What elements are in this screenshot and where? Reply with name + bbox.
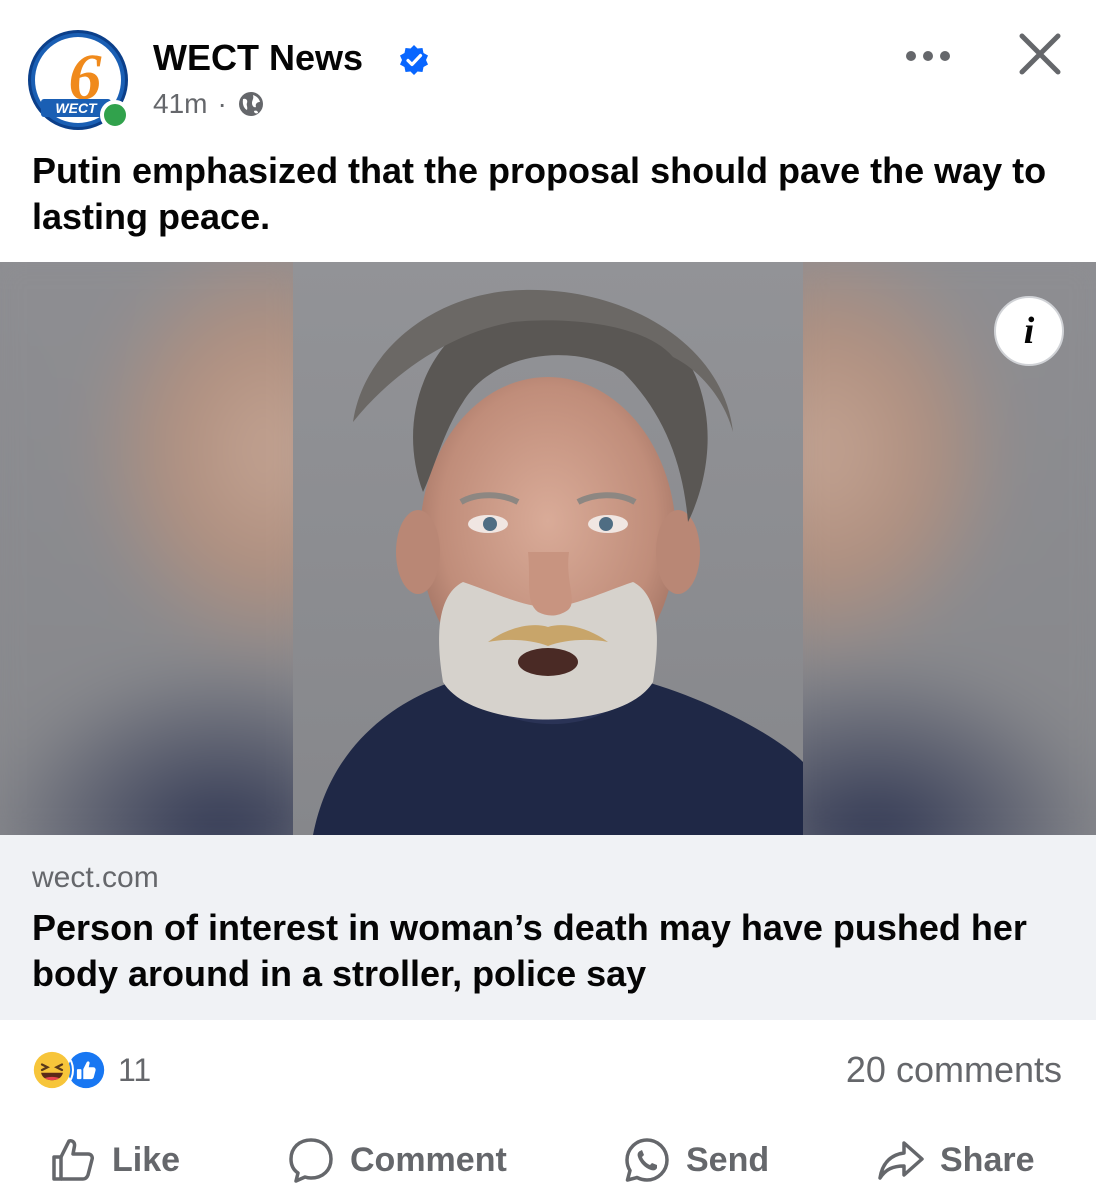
image-blur-left [0,262,293,835]
comments-count[interactable]: 20 comments [846,1046,1062,1094]
globe-icon [238,92,263,116]
link-preview-card[interactable]: wect.com Person of interest in woman’s d… [0,835,1096,1020]
share-label: Share [940,1141,1035,1179]
share-button[interactable]: Share [876,1134,1035,1186]
more-options-button[interactable] [900,38,956,74]
page-avatar[interactable]: 6 WECT [28,30,130,130]
info-icon[interactable]: i [994,296,1064,366]
comment-label: Comment [350,1141,507,1179]
post-header: 6 WECT WECT News 41m · [0,0,1096,140]
verified-badge-icon [400,45,428,75]
like-button[interactable]: Like [48,1134,180,1186]
post-meta: 41m · [153,86,265,122]
mugshot-photo [293,262,803,835]
like-label: Like [112,1141,181,1179]
send-button[interactable]: Send [622,1134,769,1186]
more-horizontal-icon [906,51,950,61]
post-time[interactable]: 41m [153,86,207,122]
meta-separator: · [217,88,227,119]
post-text: Putin emphasized that the proposal shoul… [32,150,1047,237]
thumbs-up-icon [52,1139,94,1181]
comment-button[interactable]: Comment [286,1134,507,1186]
reactions-summary[interactable]: 11 [30,1046,151,1094]
link-domain: wect.com [32,861,159,894]
share-arrow-icon [878,1141,924,1180]
haha-reaction-icon [30,1048,74,1092]
send-label: Send [686,1141,770,1179]
close-icon[interactable] [1014,28,1066,80]
link-preview-image[interactable] [0,262,1096,835]
person-portrait-image [293,262,803,835]
page-name[interactable]: WECT News [153,36,363,80]
post-action-bar: Like Comment Send Share [0,1120,1096,1200]
link-title: Person of interest in woman’s death may … [32,907,1027,994]
online-status-dot [100,100,130,130]
reaction-count: 11 [118,1052,152,1088]
comment-bubble-icon [289,1138,333,1183]
whatsapp-send-icon [625,1138,669,1182]
